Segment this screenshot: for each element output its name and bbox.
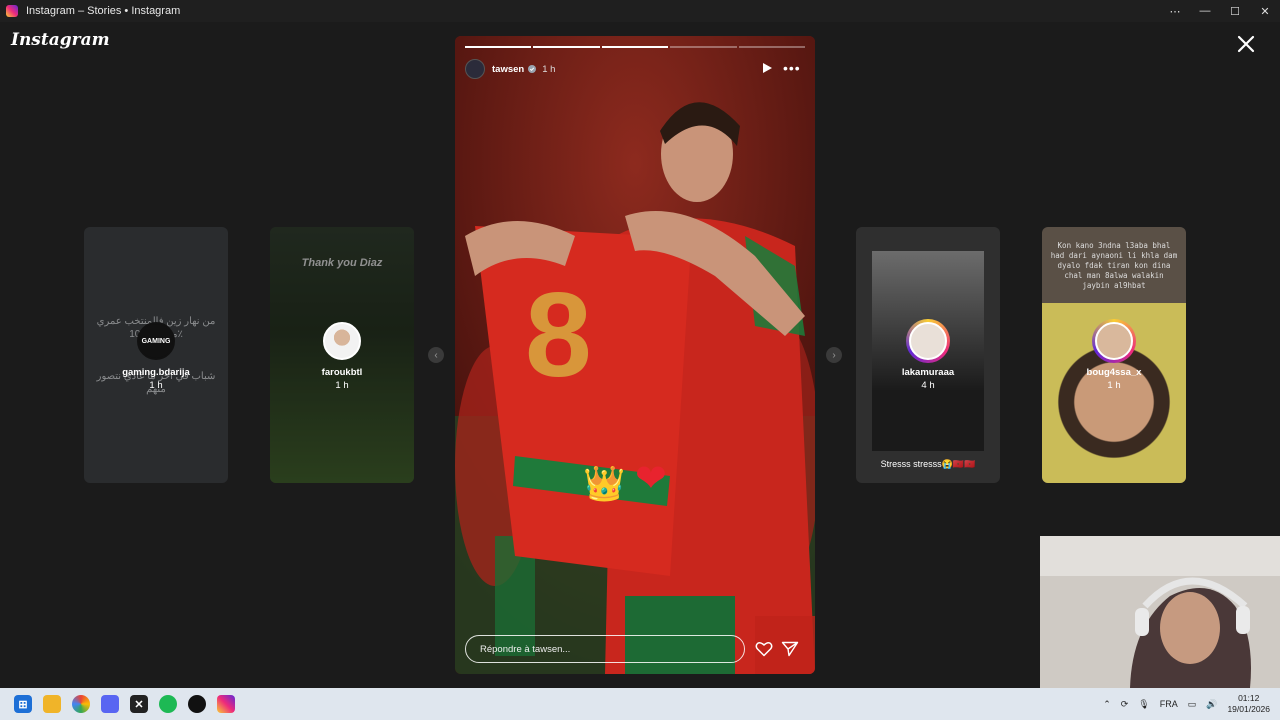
- maximize-button[interactable]: ☐: [1220, 0, 1250, 22]
- chevron-left-icon[interactable]: ‹: [428, 347, 444, 363]
- close-icon[interactable]: [1236, 34, 1256, 54]
- more-icon[interactable]: •••: [783, 61, 801, 75]
- capcut-icon[interactable]: ✕: [130, 695, 148, 713]
- story-progress: [465, 46, 806, 48]
- chevron-up-icon[interactable]: ⌃: [1103, 699, 1111, 710]
- window-menu-button[interactable]: ⋯: [1160, 0, 1190, 22]
- discord-icon[interactable]: [101, 695, 119, 713]
- main-story[interactable]: 8 tawsen 1 h ••• �: [455, 36, 815, 674]
- instagram-logo[interactable]: Instagram: [11, 30, 110, 50]
- crown-sticker: 👑: [583, 465, 626, 503]
- progress-segment: [601, 46, 669, 48]
- progress-segment: [738, 46, 806, 48]
- story-username: lakamuraaa: [901, 367, 955, 378]
- avatar[interactable]: [465, 59, 485, 79]
- clock-date: 19/01/2026: [1227, 704, 1270, 714]
- avatar: [1095, 322, 1133, 360]
- microphone-icon[interactable]: 🎙: [1138, 699, 1149, 710]
- side-story-gaming-bdarija[interactable]: من نهار زين فالمنتخب عمري ما كنت 100٪ شب…: [84, 227, 228, 483]
- progress-segment: [670, 46, 737, 48]
- svg-text:8: 8: [525, 268, 592, 402]
- chrome-icon[interactable]: [72, 695, 90, 713]
- verified-icon: [528, 65, 537, 73]
- window-titlebar: Instagram – Stories • Instagram ⋯ — ☐ ✕: [0, 0, 1280, 22]
- spotify-icon[interactable]: [159, 695, 177, 713]
- language-indicator[interactable]: FRA: [1160, 699, 1178, 709]
- story-time: 1 h: [149, 380, 163, 391]
- volume-icon[interactable]: 🔊: [1206, 699, 1217, 710]
- play-icon[interactable]: [761, 62, 773, 74]
- story-username[interactable]: tawsen: [492, 64, 524, 75]
- network-icon[interactable]: ▭: [1188, 699, 1197, 710]
- instagram-app-icon: [6, 5, 18, 17]
- heart-icon[interactable]: [755, 641, 773, 657]
- send-icon[interactable]: [781, 641, 799, 657]
- obs-icon[interactable]: [188, 695, 206, 713]
- progress-segment: [465, 46, 532, 48]
- webcam-overlay: [1040, 536, 1280, 688]
- story-time: 1 h: [335, 380, 349, 391]
- taskbar: ⊞ ✕ ⌃ ⟳ 🎙 FRA ▭ 🔊 01:12 19/01/2026: [0, 688, 1280, 720]
- story-time: 1 h: [542, 63, 556, 75]
- clock[interactable]: 01:12 19/01/2026: [1227, 693, 1270, 715]
- story-header: tawsen 1 h: [465, 58, 555, 80]
- story-time: 4 h: [921, 380, 935, 391]
- side-story-boug4ssa[interactable]: Kon kano 3ndna l3aba bhal had dari aynao…: [1042, 227, 1186, 483]
- system-tray: ⌃ ⟳ 🎙 FRA ▭ 🔊 01:12 19/01/2026: [1093, 688, 1270, 720]
- story-username: faroukbtl: [321, 367, 363, 378]
- minimize-button[interactable]: —: [1190, 0, 1220, 22]
- heart-sticker: ❤: [635, 458, 667, 500]
- progress-segment: [533, 46, 600, 48]
- side-story-lakamuraaa[interactable]: lakamuraaa 4 h Stresss stresss😭🇲🇦🇲🇦: [856, 227, 1000, 483]
- story-photo: 8: [455, 36, 815, 674]
- reply-input[interactable]: [465, 635, 745, 663]
- chevron-right-icon[interactable]: ›: [826, 347, 842, 363]
- sync-icon[interactable]: ⟳: [1121, 699, 1129, 710]
- windows-start-icon[interactable]: ⊞: [14, 695, 32, 713]
- story-text: Kon kano 3ndna l3aba bhal had dari aynao…: [1050, 241, 1178, 290]
- avatar: [323, 322, 361, 360]
- side-story-faroukbtl[interactable]: Thank you Diaz faroukbtl 1 h: [270, 227, 414, 483]
- instagram-taskbar-icon[interactable]: [217, 695, 235, 713]
- avatar: [909, 322, 947, 360]
- story-username: boug4ssa_x: [1086, 367, 1142, 378]
- avatar: GAMING: [137, 322, 175, 360]
- clock-time: 01:12: [1238, 693, 1260, 703]
- story-username: gaming.bdarija: [122, 367, 190, 378]
- story-time: 1 h: [1107, 380, 1121, 391]
- window-close-button[interactable]: ✕: [1250, 0, 1280, 22]
- file-explorer-icon[interactable]: [43, 695, 61, 713]
- window-controls: ⋯ — ☐ ✕: [1160, 0, 1280, 22]
- story-caption: Stresss stresss😭🇲🇦🇲🇦: [880, 459, 976, 469]
- window-title: Instagram – Stories • Instagram: [26, 5, 181, 17]
